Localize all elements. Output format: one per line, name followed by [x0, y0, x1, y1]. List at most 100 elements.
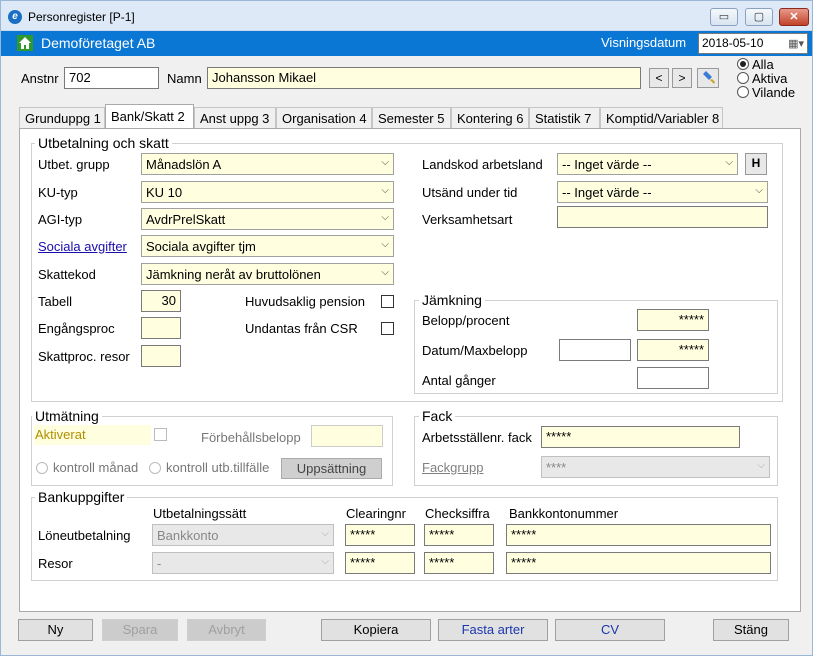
filter-alla-label: Alla	[752, 57, 774, 72]
fack-title: Fack	[419, 408, 456, 424]
jamkning-title: Jämkning	[419, 292, 485, 308]
chevron-down-icon: ⌵	[381, 267, 389, 278]
app-icon: e	[8, 10, 22, 24]
kontroll-manad-radio[interactable]	[36, 462, 48, 474]
resor-clearing-input[interactable]: *****	[345, 552, 415, 574]
arbetsstallenr-input[interactable]: *****	[541, 426, 740, 448]
utbet-grupp-value: Månadslön A	[146, 157, 222, 172]
skattproc-resor-input[interactable]	[141, 345, 181, 367]
landskod-value: -- Inget värde --	[562, 157, 652, 172]
belopp-procent-label: Belopp/procent	[422, 313, 510, 328]
filter-aktiva-label: Aktiva	[752, 71, 788, 86]
resor-konto-input[interactable]: *****	[506, 552, 771, 574]
window-title: Personregister [P-1]	[28, 10, 135, 24]
anstnr-input[interactable]: 702	[64, 67, 159, 89]
loneutbetalning-check-input[interactable]: *****	[424, 524, 494, 546]
search-person-button[interactable]	[697, 68, 719, 88]
viewdate-picker[interactable]: 2018-05-10 ▦▾	[698, 33, 808, 54]
fackgrupp-select[interactable]: **** ⌵	[541, 456, 770, 478]
loneutbetalning-satt-select[interactable]: Bankkonto ⌵	[152, 524, 334, 546]
utsand-label: Utsänd under tid	[422, 185, 518, 200]
jamkning-datum-input[interactable]	[559, 339, 631, 361]
aktiverat-label: Aktiverat	[35, 427, 86, 442]
landskod-label: Landskod arbetsland	[422, 157, 543, 172]
forbehallsbelopp-input[interactable]	[311, 425, 383, 447]
loneutbetalning-satt-value: Bankkonto	[157, 528, 219, 543]
sociala-avgifter-link[interactable]: Sociala avgifter	[38, 239, 127, 254]
huvudsaklig-pension-checkbox[interactable]	[381, 295, 394, 308]
kontroll-utb-radio[interactable]	[149, 462, 161, 474]
arbetsstallenr-label: Arbetsställenr. fack	[422, 430, 532, 445]
next-person-button[interactable]: >	[672, 68, 692, 88]
cv-button[interactable]: CV	[555, 619, 665, 641]
resor-satt-select[interactable]: - ⌵	[152, 552, 334, 574]
tabell-label: Tabell	[38, 294, 72, 309]
tab-bank-skatt[interactable]: Bank/Skatt 2	[105, 104, 194, 130]
chevron-down-icon: ⌵	[381, 157, 389, 168]
belopp-procent-input[interactable]: *****	[637, 309, 709, 331]
fackgrupp-link[interactable]: Fackgrupp	[422, 460, 483, 475]
agi-typ-select[interactable]: AvdrPrelSkatt ⌵	[141, 208, 394, 230]
kopiera-button[interactable]: Kopiera	[321, 619, 431, 641]
maximize-button[interactable]: ▢	[745, 8, 773, 26]
verksamhetsart-input[interactable]	[557, 206, 768, 228]
tab-semester[interactable]: Semester 5	[372, 107, 451, 129]
avbryt-button[interactable]: Avbryt	[187, 619, 266, 641]
filter-alla-radio[interactable]	[737, 58, 749, 70]
home-icon[interactable]	[16, 34, 34, 52]
utbet-grupp-select[interactable]: Månadslön A ⌵	[141, 153, 394, 175]
spara-button[interactable]: Spara	[102, 619, 178, 641]
utbet-grupp-label: Utbet. grupp	[38, 157, 110, 172]
datum-maxbelopp-label: Datum/Maxbelopp	[422, 343, 528, 358]
minimize-button[interactable]: ▭	[710, 8, 738, 26]
chevron-down-icon: ⌵	[381, 212, 389, 223]
chevron-down-icon: ⌵	[755, 185, 763, 196]
agi-typ-label: AGI-typ	[38, 212, 83, 227]
prev-person-button[interactable]: <	[649, 68, 669, 88]
stang-button[interactable]: Stäng	[713, 619, 789, 641]
resor-satt-value: -	[157, 556, 162, 571]
tab-statistik[interactable]: Statistik 7	[529, 107, 600, 129]
aktiverat-checkbox[interactable]	[154, 428, 167, 441]
filter-vilande-radio[interactable]	[737, 86, 749, 98]
chevron-down-icon: ⌵	[725, 157, 733, 168]
utsand-select[interactable]: -- Inget värde -- ⌵	[557, 181, 768, 203]
namn-input[interactable]: Johansson Mikael	[207, 67, 641, 89]
filter-aktiva-radio[interactable]	[737, 72, 749, 84]
chevron-down-icon: ⌵	[321, 528, 329, 539]
landskod-select[interactable]: -- Inget värde -- ⌵	[557, 153, 738, 175]
maxbelopp-input[interactable]: *****	[637, 339, 709, 361]
h-button[interactable]: H	[745, 153, 767, 175]
col-utbetalningssatt: Utbetalningssätt	[153, 506, 247, 521]
loneutbetalning-clearing-input[interactable]: *****	[345, 524, 415, 546]
calendar-icon[interactable]: ▦▾	[788, 37, 804, 50]
ku-typ-select[interactable]: KU 10 ⌵	[141, 181, 394, 203]
ny-button[interactable]: Ny	[18, 619, 93, 641]
loneutbetalning-konto-input[interactable]: *****	[506, 524, 771, 546]
fasta-arter-button[interactable]: Fasta arter	[438, 619, 548, 641]
viewdate-label: Visningsdatum	[601, 35, 687, 50]
chevron-down-icon: ⌵	[757, 460, 765, 471]
tab-kontering[interactable]: Kontering 6	[451, 107, 529, 129]
engangsproc-input[interactable]	[141, 317, 181, 339]
tabell-input[interactable]: 30	[141, 290, 181, 312]
resor-label: Resor	[38, 556, 73, 571]
sociala-avgifter-select[interactable]: Sociala avgifter tjm ⌵	[141, 235, 394, 257]
undantas-csr-label: Undantas från CSR	[245, 321, 358, 336]
tab-organisation[interactable]: Organisation 4	[276, 107, 372, 129]
skattekod-select[interactable]: Jämkning neråt av bruttolönen ⌵	[141, 263, 394, 285]
undantas-csr-checkbox[interactable]	[381, 322, 394, 335]
namn-label: Namn	[167, 71, 202, 86]
tab-grunduppg[interactable]: Grunduppg 1	[19, 107, 105, 129]
close-window-button[interactable]: ✕	[779, 8, 809, 26]
col-bankkontonummer: Bankkontonummer	[509, 506, 619, 521]
utmatning-title: Utmätning	[32, 408, 102, 424]
huvudsaklig-pension-label: Huvudsaklig pension	[245, 294, 365, 309]
antal-ganger-input[interactable]	[637, 367, 709, 389]
tab-komptid[interactable]: Komptid/Variabler 8	[600, 107, 723, 129]
bank-title: Bankuppgifter	[35, 489, 128, 505]
uppsattning-button[interactable]: Uppsättning	[281, 458, 382, 479]
skattekod-label: Skattekod	[38, 267, 96, 282]
tab-anst-uppg[interactable]: Anst uppg 3	[194, 107, 276, 129]
resor-check-input[interactable]: *****	[424, 552, 494, 574]
